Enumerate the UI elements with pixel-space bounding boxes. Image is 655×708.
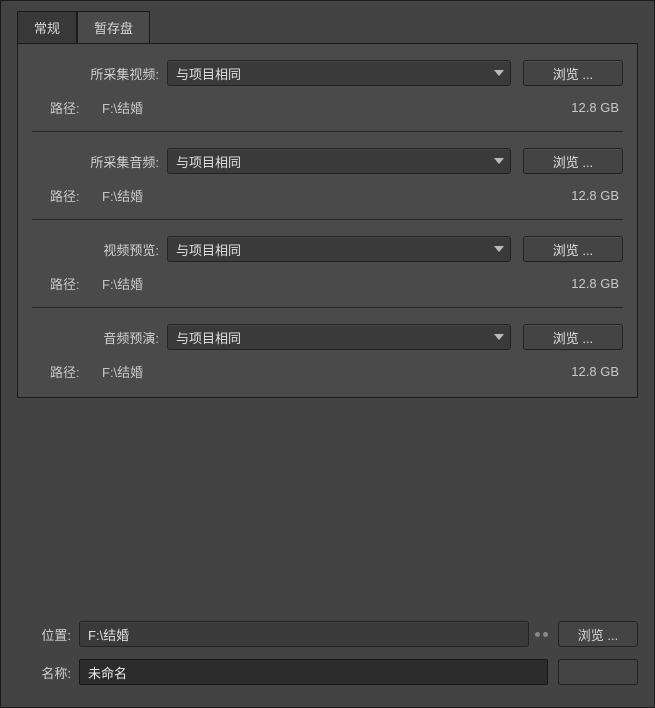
- project-settings-window: 常规 暂存盘 所采集视频: 与项目相同 浏览 ... 路径: F:\结婚 12.…: [0, 0, 655, 708]
- chevron-down-icon: [494, 158, 504, 164]
- audio-preview-label: 音频预演:: [32, 328, 167, 347]
- tab-scratch-disks[interactable]: 暂存盘: [77, 11, 150, 43]
- path-label: 路径:: [32, 186, 102, 205]
- path-label: 路径:: [32, 274, 102, 293]
- chevron-down-icon: [494, 334, 504, 340]
- path-label: 路径:: [32, 362, 102, 381]
- location-value: F:\结婚: [88, 625, 129, 644]
- video-preview-label: 视频预览:: [32, 240, 167, 259]
- name-input[interactable]: 未命名: [79, 659, 548, 685]
- captured-video-size: 12.8 GB: [533, 100, 623, 115]
- section-captured-audio: 所采集音频: 与项目相同 浏览 ... 路径: F:\结婚 12.8 GB: [32, 131, 623, 205]
- video-preview-dropdown[interactable]: 与项目相同: [167, 236, 511, 262]
- audio-preview-browse-button[interactable]: 浏览 ...: [523, 324, 623, 350]
- audio-preview-path: F:\结婚: [102, 362, 533, 381]
- scratch-panel: 所采集视频: 与项目相同 浏览 ... 路径: F:\结婚 12.8 GB 所采…: [17, 43, 638, 398]
- video-preview-dropdown-value: 与项目相同: [176, 240, 241, 259]
- name-label: 名称:: [17, 663, 79, 682]
- chevron-down-icon: [494, 70, 504, 76]
- name-input-value: 未命名: [88, 663, 127, 682]
- captured-video-browse-button[interactable]: 浏览 ...: [523, 60, 623, 86]
- captured-video-dropdown[interactable]: 与项目相同: [167, 60, 511, 86]
- captured-audio-label: 所采集音频:: [32, 152, 167, 171]
- section-captured-video: 所采集视频: 与项目相同 浏览 ... 路径: F:\结婚 12.8 GB: [32, 60, 623, 117]
- path-label: 路径:: [32, 98, 102, 117]
- captured-audio-size: 12.8 GB: [533, 188, 623, 203]
- audio-preview-dropdown-value: 与项目相同: [176, 328, 241, 347]
- section-video-preview: 视频预览: 与项目相同 浏览 ... 路径: F:\结婚 12.8 GB: [32, 219, 623, 293]
- tabs: 常规 暂存盘: [1, 1, 654, 43]
- video-preview-browse-button[interactable]: 浏览 ...: [523, 236, 623, 262]
- bottom-area: 位置: F:\结婚 浏览 ... 名称: 未命名: [1, 603, 654, 707]
- dots-icon: [535, 632, 548, 637]
- chevron-down-icon: [494, 246, 504, 252]
- captured-audio-path: F:\结婚: [102, 186, 533, 205]
- audio-preview-size: 12.8 GB: [533, 364, 623, 379]
- captured-audio-dropdown-value: 与项目相同: [176, 152, 241, 171]
- video-preview-size: 12.8 GB: [533, 276, 623, 291]
- video-preview-path: F:\结婚: [102, 274, 533, 293]
- tab-general[interactable]: 常规: [17, 11, 77, 43]
- captured-video-path: F:\结婚: [102, 98, 533, 117]
- location-label: 位置:: [17, 625, 79, 644]
- footer-button[interactable]: [558, 659, 638, 685]
- audio-preview-dropdown[interactable]: 与项目相同: [167, 324, 511, 350]
- captured-audio-browse-button[interactable]: 浏览 ...: [523, 148, 623, 174]
- captured-video-label: 所采集视频:: [32, 64, 167, 83]
- captured-video-dropdown-value: 与项目相同: [176, 64, 241, 83]
- location-browse-button[interactable]: 浏览 ...: [558, 621, 638, 647]
- location-dropdown[interactable]: F:\结婚: [79, 621, 529, 647]
- captured-audio-dropdown[interactable]: 与项目相同: [167, 148, 511, 174]
- section-audio-preview: 音频预演: 与项目相同 浏览 ... 路径: F:\结婚 12.8 GB: [32, 307, 623, 381]
